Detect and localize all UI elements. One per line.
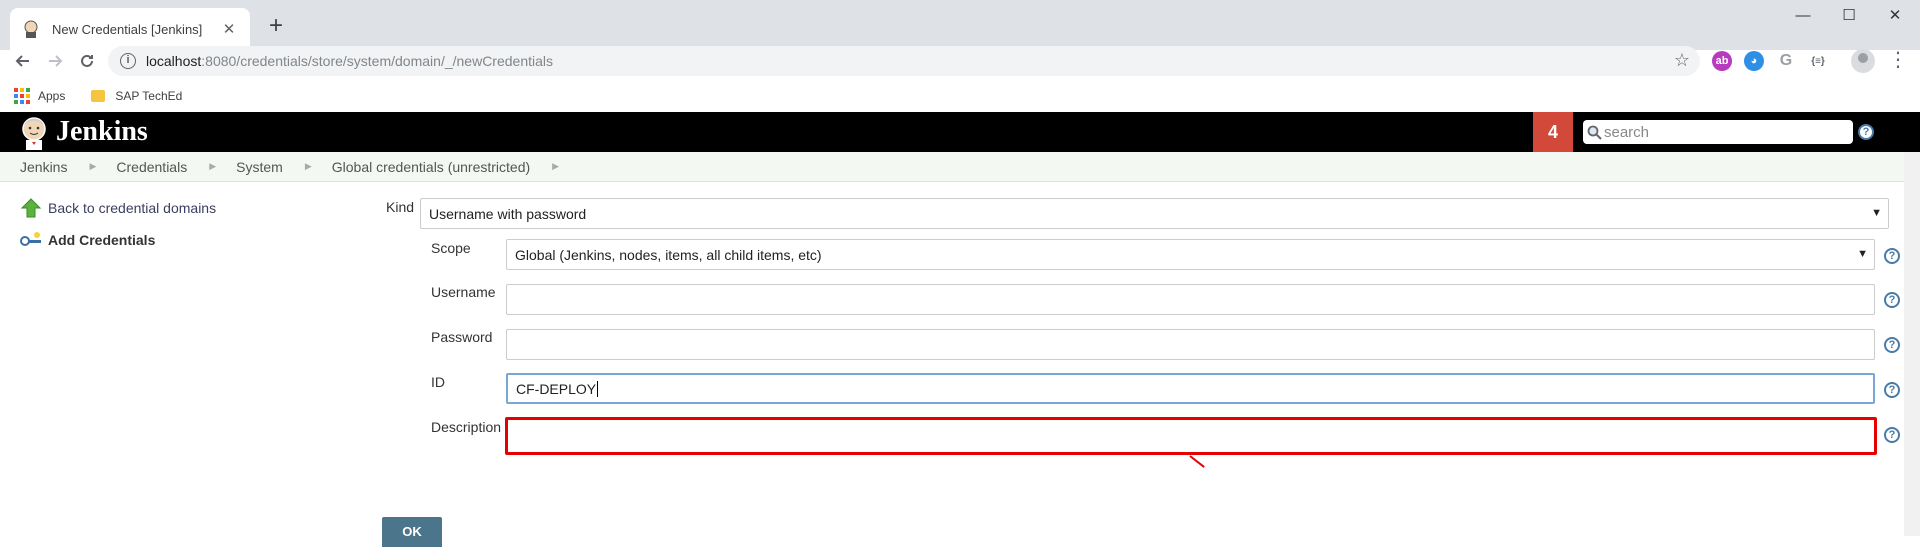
scope-value: Global (Jenkins, nodes, items, all child… <box>515 246 822 263</box>
kind-value: Username with password <box>429 205 587 222</box>
dropdown-arrow-icon: ▼ <box>1871 207 1882 219</box>
apps-grid-dot <box>26 94 30 98</box>
password-label: Password <box>431 329 493 345</box>
address-bar[interactable]: i localhost:8080/credentials/store/syste… <box>108 46 1700 76</box>
breadcrumb-system[interactable]: System <box>236 159 283 175</box>
apps-grid-dot <box>20 100 24 104</box>
url-path: :8080/credentials/store/system/domain/_/… <box>201 53 554 69</box>
scope-label: Scope <box>431 240 471 256</box>
jenkins-logo-icon[interactable] <box>18 116 50 150</box>
tab-close-icon[interactable]: ✕ <box>220 20 238 38</box>
reload-button[interactable] <box>70 44 104 78</box>
key-icon <box>20 232 41 246</box>
folder-icon <box>91 90 106 102</box>
add-credentials-link[interactable]: Add Credentials <box>20 230 155 250</box>
bookmark-apps[interactable]: Apps <box>38 89 65 103</box>
apps-grid-dot <box>14 100 18 104</box>
breadcrumb-global-credentials[interactable]: Global credentials (unrestricted) <box>332 159 530 175</box>
ok-button[interactable]: OK <box>382 517 442 547</box>
json-icon[interactable]: {≡} <box>1808 51 1828 71</box>
jenkins-favicon-icon <box>24 20 38 38</box>
arrow-left-icon <box>15 55 29 67</box>
bookmark-sap-teched[interactable]: SAP TechEd <box>115 89 182 103</box>
description-label: Description <box>431 419 502 435</box>
id-value: CF-DEPLOY <box>516 380 597 397</box>
id-help-icon[interactable]: ? <box>1884 382 1900 398</box>
ext-magenta-icon[interactable]: ab <box>1712 51 1732 71</box>
password-help-icon[interactable]: ? <box>1884 337 1900 353</box>
page-scrollbar[interactable] <box>1904 152 1920 536</box>
tab-title: New Credentials [Jenkins] <box>52 21 203 37</box>
add-credentials-label[interactable]: Add Credentials <box>48 232 155 248</box>
jenkins-search-box[interactable] <box>1583 120 1853 144</box>
google-icon[interactable]: G <box>1776 51 1796 71</box>
back-to-domains-label[interactable]: Back to credential domains <box>48 200 216 216</box>
dropdown-arrow-icon: ▼ <box>1857 248 1868 260</box>
breadcrumb-separator-icon: ▶ <box>209 161 217 171</box>
up-arrow-icon <box>20 198 42 218</box>
description-help-icon[interactable]: ? <box>1884 427 1900 443</box>
header-help-icon[interactable]: ? <box>1858 124 1874 140</box>
jenkins-header: Jenkins 4 ? <box>0 112 1920 152</box>
arrow-right-icon <box>49 55 63 67</box>
ext-blue-icon[interactable]: ◕ <box>1744 51 1764 71</box>
annotation-pointer <box>1189 455 1205 468</box>
new-tab-button[interactable]: + <box>262 13 290 41</box>
breadcrumb: Jenkins ▶ Credentials ▶ System ▶ Global … <box>0 152 1920 182</box>
bookmark-star-icon[interactable]: ☆ <box>1674 50 1690 71</box>
breadcrumb-jenkins[interactable]: Jenkins <box>20 159 67 175</box>
notification-badge[interactable]: 4 <box>1533 112 1573 152</box>
search-icon <box>1587 125 1602 140</box>
profile-avatar[interactable] <box>1851 49 1875 73</box>
kind-select[interactable]: Username with password ▼ <box>420 198 1889 229</box>
reload-icon <box>81 54 93 67</box>
back-button[interactable] <box>6 44 40 78</box>
kind-label: Kind <box>386 199 415 215</box>
jenkins-title[interactable]: Jenkins <box>56 116 148 148</box>
apps-grid-icon <box>14 88 30 104</box>
apps-grid-dot <box>26 88 30 92</box>
bookmarks-bar: Apps SAP TechEd <box>0 82 1920 110</box>
id-label: ID <box>431 374 445 390</box>
search-input[interactable] <box>1604 123 1844 141</box>
window-minimize-button[interactable]: — <box>1780 0 1826 30</box>
breadcrumb-credentials[interactable]: Credentials <box>116 159 187 175</box>
apps-grid-dot <box>26 100 30 104</box>
text-caret <box>597 380 599 397</box>
back-to-domains-link[interactable]: Back to credential domains <box>20 198 216 218</box>
forward-button[interactable] <box>38 44 72 78</box>
window-maximize-button[interactable]: ☐ <box>1826 0 1872 30</box>
id-input[interactable]: CF-DEPLOY <box>506 373 1875 404</box>
window-close-button[interactable]: ✕ <box>1872 0 1918 30</box>
site-info-icon[interactable]: i <box>120 53 136 69</box>
apps-grid-dot <box>14 94 18 98</box>
breadcrumb-separator-icon: ▶ <box>89 161 97 171</box>
username-help-icon[interactable]: ? <box>1884 292 1900 308</box>
username-input[interactable] <box>506 284 1875 315</box>
breadcrumb-separator-icon: ▶ <box>552 161 560 171</box>
url-host: localhost <box>146 53 202 69</box>
username-label: Username <box>431 284 496 300</box>
browser-menu-icon[interactable]: ⋮ <box>1888 50 1908 70</box>
breadcrumb-separator-icon: ▶ <box>304 161 312 171</box>
apps-grid-dot <box>20 88 24 92</box>
scope-select[interactable]: Global (Jenkins, nodes, items, all child… <box>506 239 1875 270</box>
description-input[interactable] <box>505 417 1877 455</box>
apps-grid-dot <box>20 94 24 98</box>
scope-help-icon[interactable]: ? <box>1884 248 1900 264</box>
apps-grid-dot <box>14 88 18 92</box>
password-input[interactable] <box>506 329 1875 360</box>
